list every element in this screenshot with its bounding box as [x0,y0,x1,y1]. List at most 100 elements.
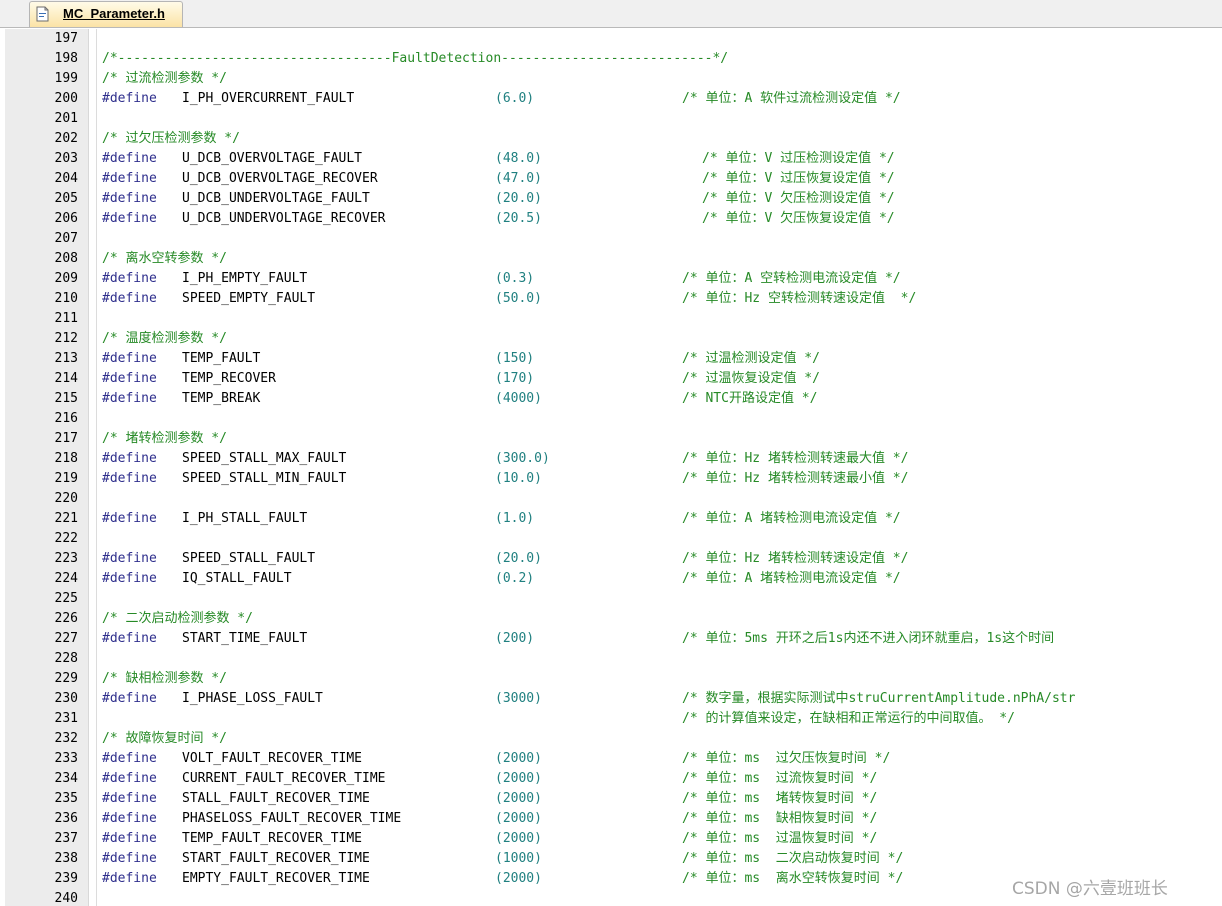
code-comment: /* 单位：V 过压检测设定值 */ [702,151,895,166]
line-number: 221 [54,511,78,526]
macro-name: PHASELOSS_FAULT_RECOVER_TIME [182,811,402,826]
code-line[interactable]: 197 [5,29,1222,49]
macro-name: SPEED_STALL_MIN_FAULT [182,471,347,486]
code-line[interactable]: 220 [5,489,1222,509]
macro-name: SPEED_STALL_FAULT [182,551,316,566]
define-directive: #define [102,91,157,106]
macro-value: (47.0) [495,171,542,186]
editor-tab-bar: MC_Parameter.h [0,0,1222,28]
define-directive: #define [102,271,157,286]
line-number: 205 [54,191,78,206]
code-line[interactable]: 216 [5,409,1222,429]
code-line[interactable]: 207 [5,229,1222,249]
define-directive: #define [102,291,157,306]
code-line[interactable]: 211 [5,309,1222,329]
code-line[interactable]: 210 #define SPEED_EMPTY_FAULT (50.0) /* 单位：H… [5,289,1222,309]
macro-name: SPEED_EMPTY_FAULT [182,291,316,306]
code-comment: /* 单位：5ms 开环之后1s内还不进入闭环就重启，1s这个时间 [682,631,1055,646]
macro-name: TEMP_RECOVER [182,371,276,386]
code-line[interactable]: 219 #define SPEED_STALL_MIN_FAULT (10.0) /* … [5,469,1222,489]
line-number: 204 [54,171,78,186]
code-line[interactable]: 225 [5,589,1222,609]
code-line[interactable]: 212 /* 温度检测参数 */ [5,329,1222,349]
line-number: 228 [54,651,78,666]
code-line[interactable]: 228 [5,649,1222,669]
code-line[interactable]: 229 /* 缺相检测参数 */ [5,669,1222,689]
code-line[interactable]: 200 #define I_PH_OVERCURRENT_FAULT (6.0) /* … [5,89,1222,109]
code-line[interactable]: 213 #define TEMP_FAULT (150) /* 过温检测设定值 */ [5,349,1222,369]
code-line[interactable]: 199 /* 过流检测参数 */ [5,69,1222,89]
line-number: 220 [54,491,78,506]
code-line[interactable]: 203 #define U_DCB_OVERVOLTAGE_FAULT (48.0) /… [5,149,1222,169]
line-number: 234 [54,771,78,786]
macro-value: (170) [495,371,535,386]
define-directive: #define [102,351,157,366]
define-directive: #define [102,571,157,586]
code-line[interactable]: 232 /* 故障恢复时间 */ [5,729,1222,749]
code-editor[interactable]: 197 198 /*--------------------------------… [5,29,1222,906]
code-comment: /* 单位：ms 缺相恢复时间 */ [682,811,878,826]
macro-value: (20.0) [495,191,542,206]
line-number: 213 [54,351,78,366]
code-comment: /* 单位：V 欠压检测设定值 */ [702,191,895,206]
define-directive: #define [102,551,157,566]
code-line[interactable]: 208 /* 离水空转参数 */ [5,249,1222,269]
code-line[interactable]: 205 #define U_DCB_UNDERVOLTAGE_FAULT (20.0)… [5,189,1222,209]
code-line[interactable]: 227 #define START_TIME_FAULT (200) /* 单位：5ms… [5,629,1222,649]
code-line[interactable]: 222 [5,529,1222,549]
line-number: 209 [54,271,78,286]
macro-value: (0.2) [495,571,535,586]
line-number: 201 [54,111,78,126]
line-number: 217 [54,431,78,446]
code-line[interactable]: 221 #define I_PH_STALL_FAULT (1.0) /* 单位：A 堵… [5,509,1222,529]
code-line[interactable]: 233 #define VOLT_FAULT_RECOVER_TIME (2000) /… [5,749,1222,769]
code-line[interactable]: 223 #define SPEED_STALL_FAULT (20.0) /* 单位：H… [5,549,1222,569]
line-number: 227 [54,631,78,646]
macro-value: (6.0) [495,91,535,106]
file-tab[interactable]: MC_Parameter.h [29,1,183,27]
code-line[interactable]: 198 /*-----------------------------------… [5,49,1222,69]
line-number: 229 [54,671,78,686]
macro-value: (2000) [495,751,542,766]
code-line[interactable]: 217 /* 堵转检测参数 */ [5,429,1222,449]
code-line[interactable]: 236 #define PHASELOSS_FAULT_RECOVER_TIME (2… [5,809,1222,829]
code-line[interactable]: 218 #define SPEED_STALL_MAX_FAULT (300.0) /*… [5,449,1222,469]
line-number: 233 [54,751,78,766]
define-directive: #define [102,371,157,386]
code-comment: /* 单位：V 过压恢复设定值 */ [702,171,895,186]
code-line[interactable]: 226 /* 二次启动检测参数 */ [5,609,1222,629]
code-line[interactable]: 238 #define START_FAULT_RECOVER_TIME (1000)… [5,849,1222,869]
define-directive: #define [102,191,157,206]
code-line[interactable]: 234 #define CURRENT_FAULT_RECOVER_TIME (200… [5,769,1222,789]
code-line[interactable]: 214 #define TEMP_RECOVER (170) /* 过温恢复设定值 */ [5,369,1222,389]
line-number: 225 [54,591,78,606]
line-number: 239 [54,871,78,886]
code-line[interactable]: 209 #define I_PH_EMPTY_FAULT (0.3) /* 单位：A 空… [5,269,1222,289]
code-comment: /* 二次启动检测参数 */ [102,611,253,626]
define-directive: #define [102,451,157,466]
code-area[interactable]: 197 198 /*--------------------------------… [5,29,1222,906]
code-line[interactable]: 202 /* 过欠压检测参数 */ [5,129,1222,149]
line-number: 226 [54,611,78,626]
code-line[interactable]: 231 /* 的计算值来设定，在缺相和正常运行的中间取值。 */ [5,709,1222,729]
code-line[interactable]: 215 #define TEMP_BREAK (4000) /* NTC开路设定值 */ [5,389,1222,409]
macro-value: (2000) [495,831,542,846]
code-line[interactable]: 204 #define U_DCB_OVERVOLTAGE_RECOVER (47.0… [5,169,1222,189]
line-number: 235 [54,791,78,806]
line-number: 202 [54,131,78,146]
code-line[interactable]: 235 #define STALL_FAULT_RECOVER_TIME (2000)… [5,789,1222,809]
code-line[interactable]: 230 #define I_PHASE_LOSS_FAULT (3000) /* 数字量… [5,689,1222,709]
macro-name: VOLT_FAULT_RECOVER_TIME [182,751,363,766]
macro-name: START_TIME_FAULT [182,631,308,646]
code-comment: /* 单位：A 空转检测电流设定值 */ [682,271,901,286]
code-line[interactable]: 201 [5,109,1222,129]
line-number: 214 [54,371,78,386]
code-comment: /* 缺相检测参数 */ [102,671,227,686]
macro-name: U_DCB_OVERVOLTAGE_FAULT [182,151,363,166]
macro-name: STALL_FAULT_RECOVER_TIME [182,791,370,806]
code-line[interactable]: 224 #define IQ_STALL_FAULT (0.2) /* 单位：A 堵转检… [5,569,1222,589]
code-line[interactable]: 206 #define U_DCB_UNDERVOLTAGE_RECOVER (20.… [5,209,1222,229]
macro-value: (1.0) [495,511,535,526]
code-comment: /* 单位：ms 二次启动恢复时间 */ [682,851,904,866]
code-line[interactable]: 237 #define TEMP_FAULT_RECOVER_TIME (2000) /… [5,829,1222,849]
